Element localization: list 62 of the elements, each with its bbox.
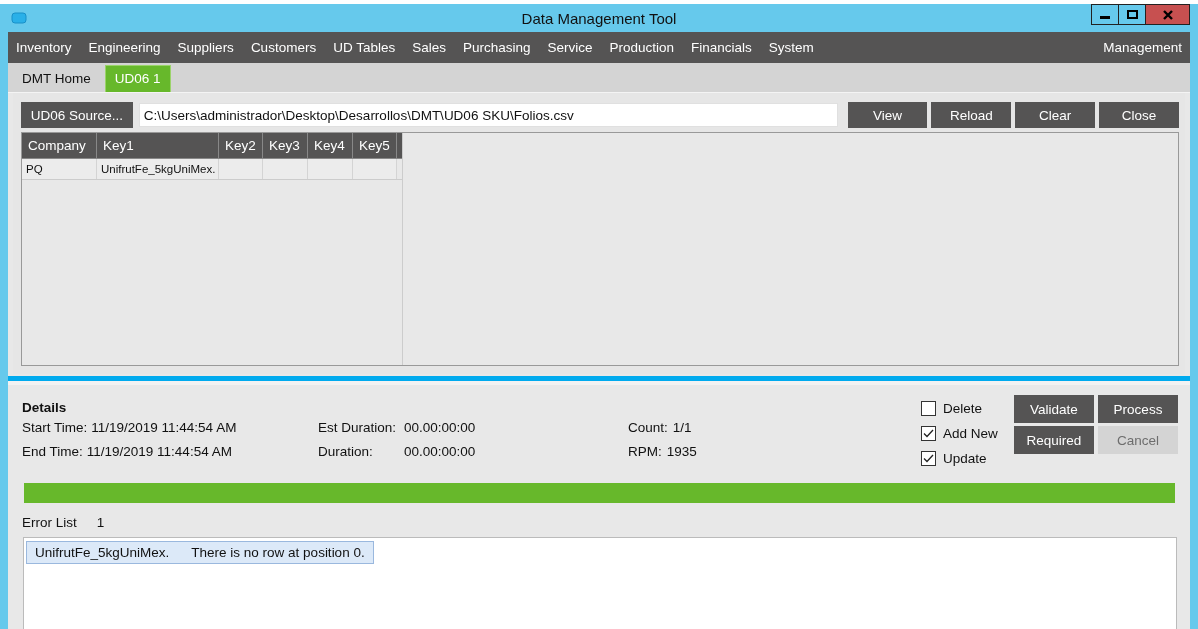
field-label: Count:: [628, 420, 668, 435]
table-cell: UnifrutFe_5kgUniMex.: [97, 159, 219, 179]
window-title: Data Management Tool: [521, 9, 677, 27]
checkbox-label: Update: [943, 450, 987, 466]
source-button[interactable]: UD06 Source...: [21, 102, 133, 128]
error-key: UnifrutFe_5kgUniMex.: [35, 545, 170, 560]
action-button[interactable]: Process: [1098, 395, 1178, 423]
menu-item[interactable]: Sales: [412, 40, 446, 55]
menu-item[interactable]: Management: [1103, 40, 1182, 55]
maximize-button[interactable]: [1118, 4, 1146, 25]
toolbar-button[interactable]: Reload: [931, 102, 1012, 128]
error-list-label: Error List: [22, 515, 77, 532]
menu-item[interactable]: Financials: [691, 40, 752, 55]
field-value: 11/19/2019 11:44:54 AM: [86, 444, 232, 459]
menu-item[interactable]: Purchasing: [462, 40, 531, 55]
toolbar-button[interactable]: Close: [1099, 102, 1179, 128]
checkbox[interactable]: [921, 425, 936, 441]
menu-item[interactable]: Production: [609, 40, 675, 55]
checkbox-label: Add New: [943, 425, 998, 441]
field-value: 00.00:00:00: [404, 420, 476, 435]
field-value: 1935: [666, 444, 697, 459]
action-button[interactable]: Required: [1014, 426, 1094, 454]
checkbox[interactable]: [921, 400, 936, 416]
menu-item[interactable]: Suppliers: [177, 40, 234, 55]
error-count: 1: [96, 515, 105, 532]
menu-item[interactable]: UD Tables: [333, 40, 396, 55]
action-button[interactable]: Validate: [1014, 395, 1094, 423]
column-header[interactable]: Key1: [97, 133, 219, 158]
column-header[interactable]: Company: [22, 133, 97, 158]
close-icon: [1162, 9, 1173, 20]
column-header[interactable]: Key4: [308, 133, 353, 158]
field-value: 11/19/2019 11:44:54 AM: [91, 420, 237, 435]
error-row[interactable]: UnifrutFe_5kgUniMex. There is no row at position 0.: [26, 541, 374, 564]
maximize-icon: [1126, 10, 1138, 19]
error-message: There is no row at position 0.: [191, 545, 365, 560]
field-label: RPM:: [628, 444, 662, 459]
minimize-icon: [1100, 16, 1110, 19]
column-header[interactable]: Key5: [353, 133, 397, 158]
section-title: Details: [22, 400, 68, 417]
tab[interactable]: DMT Home: [12, 66, 101, 92]
menu-item[interactable]: Customers: [250, 40, 317, 55]
menu-item[interactable]: Service: [547, 40, 593, 55]
toolbar-button[interactable]: Clear: [1015, 102, 1096, 128]
menu-item[interactable]: Engineering: [88, 40, 161, 55]
field-label: Duration:: [318, 444, 374, 459]
field-value: 00.00:00:00: [404, 444, 476, 459]
toolbar-button[interactable]: View: [847, 102, 928, 128]
table-cell: PQ: [22, 159, 97, 179]
field-value: 1/1: [672, 420, 692, 435]
menu-item[interactable]: Inventory: [16, 40, 72, 55]
field-label: End Time:: [22, 444, 83, 459]
field-label: Est Duration:: [318, 420, 398, 435]
field-label: Start Time:: [22, 420, 88, 435]
column-header[interactable]: Key2: [219, 133, 263, 158]
column-header[interactable]: Key3: [263, 133, 308, 158]
checkbox[interactable]: [921, 450, 936, 466]
checkbox-label: Delete: [943, 400, 983, 416]
menu-item[interactable]: System: [768, 40, 814, 55]
minimize-button[interactable]: [1091, 4, 1119, 25]
close-button[interactable]: [1145, 4, 1190, 25]
app-icon: [11, 12, 27, 24]
path-field[interactable]: C:\Users\administrador\Desktop\Desarrollos\DMT\UD06 SKU\Folios.csv: [138, 103, 838, 127]
